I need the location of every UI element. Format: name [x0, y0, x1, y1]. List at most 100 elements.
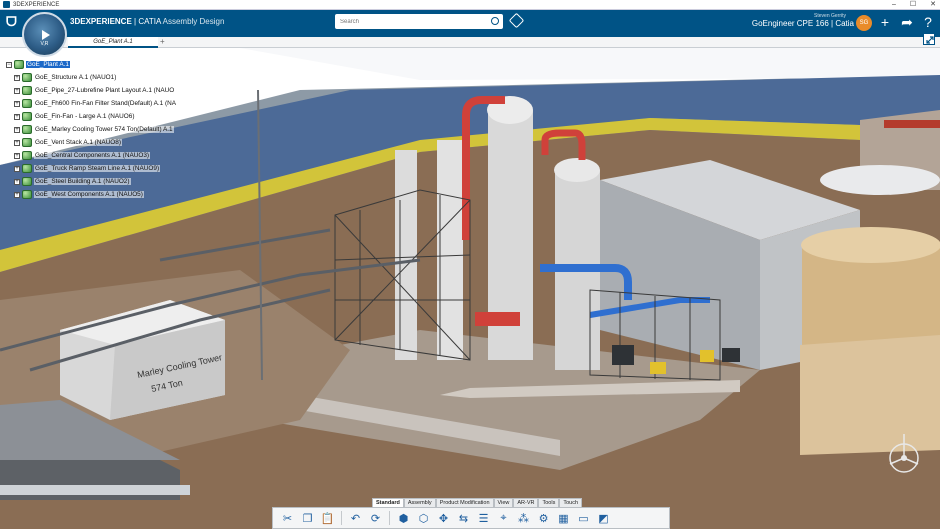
- app-icon: [3, 1, 10, 8]
- tree-node-label: GoE_Pipe_27-Lubrefine Plant Layout A.1 (…: [34, 87, 176, 94]
- play-icon: [42, 29, 50, 40]
- brand-title: 3DEXPERIENCE | CATIA Assembly Design: [70, 17, 224, 26]
- tree-node[interactable]: + GoE_Fh600 Fin-Fan Filter Stand(Default)…: [2, 97, 178, 110]
- tree-node[interactable]: + GoE_Fin-Fan - Large A.1 (NAUO6): [2, 110, 177, 123]
- snap-icon[interactable]: ⌖: [495, 510, 512, 526]
- paste-icon[interactable]: 📋: [319, 510, 336, 526]
- section-tab-touch[interactable]: Touch: [559, 498, 583, 507]
- close-button[interactable]: ✕: [930, 0, 936, 10]
- tab-bar: GoE_Plant A.1 +: [0, 37, 940, 48]
- expand-icon[interactable]: +: [14, 178, 20, 185]
- action-bar-sections: Standard Assembly Product Modification V…: [372, 498, 583, 507]
- share-icon[interactable]: ➦: [899, 14, 915, 30]
- tab-goe-plant[interactable]: GoE_Plant A.1: [68, 37, 158, 48]
- expand-icon[interactable]: +: [14, 152, 20, 159]
- product-icon: [22, 151, 32, 160]
- section-tab-tools[interactable]: Tools: [538, 498, 560, 507]
- tree-node[interactable]: + GoE_Marley Cooling Tower 574 Ton(Defaul…: [2, 123, 177, 136]
- tree-node-label: GoE_Steel Building A.1 (NAUO2): [34, 178, 131, 185]
- tag-icon[interactable]: [508, 12, 525, 29]
- engineering-connection-icon[interactable]: ⇆: [455, 510, 472, 526]
- add-tab-button[interactable]: +: [160, 37, 165, 47]
- search-icon[interactable]: [491, 17, 499, 25]
- help-icon[interactable]: ?: [920, 14, 936, 30]
- minimize-button[interactable]: –: [892, 0, 896, 10]
- avatar[interactable]: SG: [856, 15, 872, 31]
- product-icon: [22, 99, 32, 108]
- insert-existing-icon[interactable]: ⬡: [415, 510, 432, 526]
- app-topbar: ᗜ 3DEXPERIENCE | CATIA Assembly Design S…: [0, 10, 940, 37]
- fit-all-icon[interactable]: [923, 33, 935, 45]
- move-icon[interactable]: ✥: [435, 510, 452, 526]
- expand-icon[interactable]: +: [14, 139, 20, 146]
- cut-icon[interactable]: ✂: [279, 510, 296, 526]
- pattern-icon[interactable]: ⁂: [515, 510, 532, 526]
- compass-widget[interactable]: V,R: [22, 12, 67, 57]
- section-tab-view[interactable]: View: [493, 498, 514, 507]
- product-icon: [22, 73, 32, 82]
- compass-label: V,R: [40, 41, 49, 47]
- product-icon: [14, 60, 24, 69]
- update-icon[interactable]: ⟳: [367, 510, 384, 526]
- product-icon: [22, 86, 32, 95]
- fasten-icon[interactable]: ⚙: [535, 510, 552, 526]
- display-icon[interactable]: ▭: [575, 510, 592, 526]
- collapse-icon[interactable]: −: [6, 61, 12, 68]
- tree-node-label: GoE_Structure A.1 (NAUO1): [34, 74, 118, 81]
- tree-node[interactable]: + GoE_Steel Building A.1 (NAUO2): [2, 175, 177, 188]
- render-icon[interactable]: ◩: [595, 510, 612, 526]
- user-info[interactable]: Steven Gerrity GoEngineer CPE 166 | Cati…: [748, 13, 854, 28]
- table-icon[interactable]: ▦: [555, 510, 572, 526]
- tree-node[interactable]: + GoE_West Components A.1 (NAUO5): [2, 188, 177, 201]
- brand-mode: Assembly Design: [160, 17, 225, 26]
- window-title: 3DEXPERIENCE: [13, 1, 60, 8]
- maximize-button[interactable]: ☐: [910, 0, 916, 10]
- action-bar: ✂ ❐ 📋 ↶ ⟳ ⬢ ⬡ ✥ ⇆ ☰ ⌖ ⁂ ⚙ ▦ ▭ ◩: [272, 507, 670, 529]
- tree-node-label: GoE_West Components A.1 (NAUO5): [34, 191, 144, 198]
- search-box[interactable]: [335, 14, 503, 29]
- brand-platform: 3DEXPERIENCE: [70, 17, 132, 26]
- copy-icon[interactable]: ❐: [299, 510, 316, 526]
- tree-node-label: GoE_Truck Ramp Steam Line A.1 (NAUO9): [34, 165, 161, 172]
- catalog-icon[interactable]: ☰: [475, 510, 492, 526]
- tree-node-label: GoE_Fin-Fan - Large A.1 (NAUO6): [34, 113, 136, 120]
- tree-node-label: GoE_Central Components A.1 (NAUO3): [34, 152, 151, 159]
- brand-app: | CATIA: [131, 17, 161, 26]
- section-tab-ar-vr[interactable]: AR-VR: [513, 498, 539, 507]
- tree-node[interactable]: + GoE_Vent Stack A.1 (NAUO8): [2, 136, 177, 149]
- tree-node-root[interactable]: − GoE_Plant A.1: [2, 58, 177, 71]
- tree-node[interactable]: + GoE_Truck Ramp Steam Line A.1 (NAUO9): [2, 162, 177, 175]
- search-input[interactable]: [340, 18, 480, 25]
- expand-icon[interactable]: +: [14, 74, 20, 81]
- product-icon: [22, 112, 32, 121]
- separator: [341, 511, 342, 525]
- undo-icon[interactable]: ↶: [347, 510, 364, 526]
- product-icon: [22, 177, 32, 186]
- tree-node[interactable]: + GoE_Central Components A.1 (NAUO3): [2, 149, 177, 162]
- product-icon: [22, 190, 32, 199]
- add-icon[interactable]: +: [877, 14, 893, 30]
- specification-tree: − GoE_Plant A.1 + GoE_Structure A.1 (NAUO…: [2, 58, 178, 201]
- tree-node[interactable]: + GoE_Pipe_27-Lubrefine Plant Layout A.1 …: [2, 84, 177, 97]
- expand-icon[interactable]: +: [14, 165, 20, 172]
- orientation-robot-icon[interactable]: [884, 430, 924, 480]
- insert-product-icon[interactable]: ⬢: [395, 510, 412, 526]
- expand-icon[interactable]: +: [14, 126, 20, 133]
- expand-icon[interactable]: +: [14, 191, 20, 198]
- window-titlebar: 3DEXPERIENCE – ☐ ✕: [0, 0, 940, 10]
- expand-icon[interactable]: +: [14, 113, 20, 120]
- expand-icon[interactable]: +: [14, 87, 20, 94]
- section-tab-assembly[interactable]: Assembly: [403, 498, 436, 507]
- product-icon: [22, 164, 32, 173]
- product-icon: [22, 138, 32, 147]
- expand-icon[interactable]: +: [14, 100, 20, 107]
- tree-node-label: GoE_Fh600 Fin-Fan Filter Stand(Default) …: [34, 100, 178, 107]
- section-tab-product-modification[interactable]: Product Modification: [435, 498, 494, 507]
- section-tab-standard[interactable]: Standard: [372, 498, 404, 507]
- org-selector[interactable]: GoEngineer CPE 166 | Catia: [748, 19, 854, 28]
- tree-node[interactable]: + GoE_Structure A.1 (NAUO1): [2, 71, 177, 84]
- product-icon: [22, 125, 32, 134]
- tree-node-label: GoE_Marley Cooling Tower 574 Ton(Default…: [34, 126, 174, 133]
- tree-node-label: GoE_Plant A.1: [26, 61, 70, 68]
- separator: [389, 511, 390, 525]
